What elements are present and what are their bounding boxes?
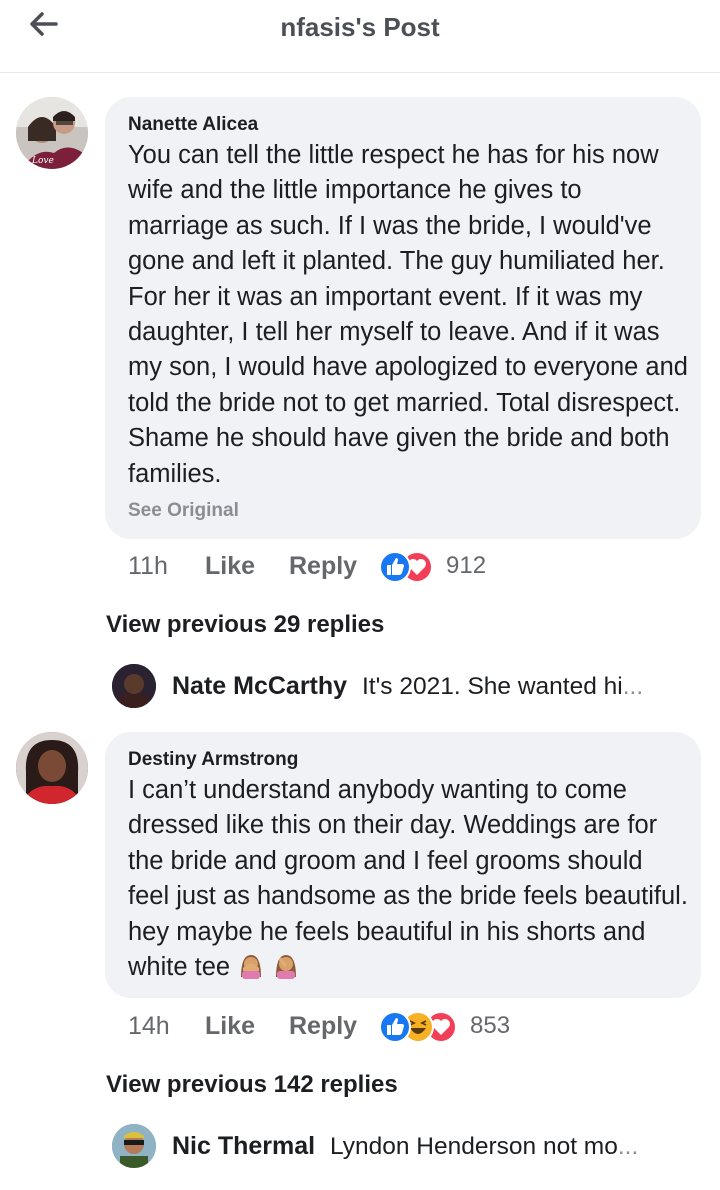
page-title: nfasis's Post <box>280 12 440 42</box>
like-button[interactable]: Like <box>205 1012 255 1041</box>
avatar[interactable] <box>16 732 88 804</box>
reactions-summary[interactable] <box>378 1010 464 1043</box>
avatar[interactable]: Love <box>16 97 88 169</box>
reply-snippet: Lyndon Henderson not mo... <box>330 1133 638 1161</box>
comment-bubble: Nanette Alicea You can tell the little r… <box>105 97 701 539</box>
reply-preview[interactable]: Nate McCarthy It's 2021. She wanted hi..… <box>112 664 702 708</box>
comment-actions: 14h Like Reply 853 <box>128 1010 688 1046</box>
reaction-count: 912 <box>446 552 487 579</box>
woman-facepalming-emoji <box>237 951 265 989</box>
like-reaction-icon <box>379 1011 411 1043</box>
avatar <box>112 664 156 708</box>
like-button[interactable]: Like <box>205 552 255 581</box>
view-previous-replies[interactable]: View previous 29 replies <box>106 611 384 639</box>
comment-bubble: Destiny Armstrong I can’t understand any… <box>105 732 701 998</box>
comment-author[interactable]: Destiny Armstrong <box>128 749 298 771</box>
avatar <box>112 1124 156 1168</box>
reply-text: It's 2021. She wanted hi <box>362 673 623 700</box>
woman-facepalming-emoji <box>272 951 300 989</box>
profile-photo-icon <box>16 732 88 804</box>
profile-photo-icon <box>112 1124 156 1168</box>
post-header: nfasis's Post <box>0 0 720 73</box>
reply-button[interactable]: Reply <box>289 552 357 581</box>
like-reaction-icon <box>379 551 411 583</box>
profile-photo-icon <box>112 664 156 708</box>
reply-author[interactable]: Nate McCarthy <box>172 672 347 701</box>
reactions-summary[interactable] <box>378 550 438 583</box>
comment-text: You can tell the little respect he has f… <box>128 141 688 488</box>
ellipsis: ... <box>622 673 644 700</box>
reply-button[interactable]: Reply <box>289 1012 357 1041</box>
ellipsis: ... <box>617 1133 639 1160</box>
reply-preview[interactable]: Nic Thermal Lyndon Henderson not mo... <box>112 1124 702 1168</box>
reaction-count: 853 <box>470 1012 511 1039</box>
comment-author[interactable]: Nanette Alicea <box>128 114 258 136</box>
comment-timestamp: 14h <box>128 1012 170 1040</box>
comment-actions: 11h Like Reply 912 <box>128 550 688 586</box>
comment-text: I can’t understand anybody wanting to co… <box>128 773 688 989</box>
reply-snippet: It's 2021. She wanted hi... <box>362 673 643 701</box>
profile-photo-icon: Love <box>16 97 88 169</box>
comment-timestamp: 11h <box>128 552 168 580</box>
view-previous-replies[interactable]: View previous 142 replies <box>106 1071 398 1099</box>
see-original-link[interactable]: See Original <box>128 500 239 522</box>
comment-text-body: I can’t understand anybody wanting to co… <box>128 776 688 982</box>
reply-author[interactable]: Nic Thermal <box>172 1132 315 1161</box>
svg-text:Love: Love <box>31 156 54 166</box>
reply-text: Lyndon Henderson not mo <box>330 1133 618 1160</box>
